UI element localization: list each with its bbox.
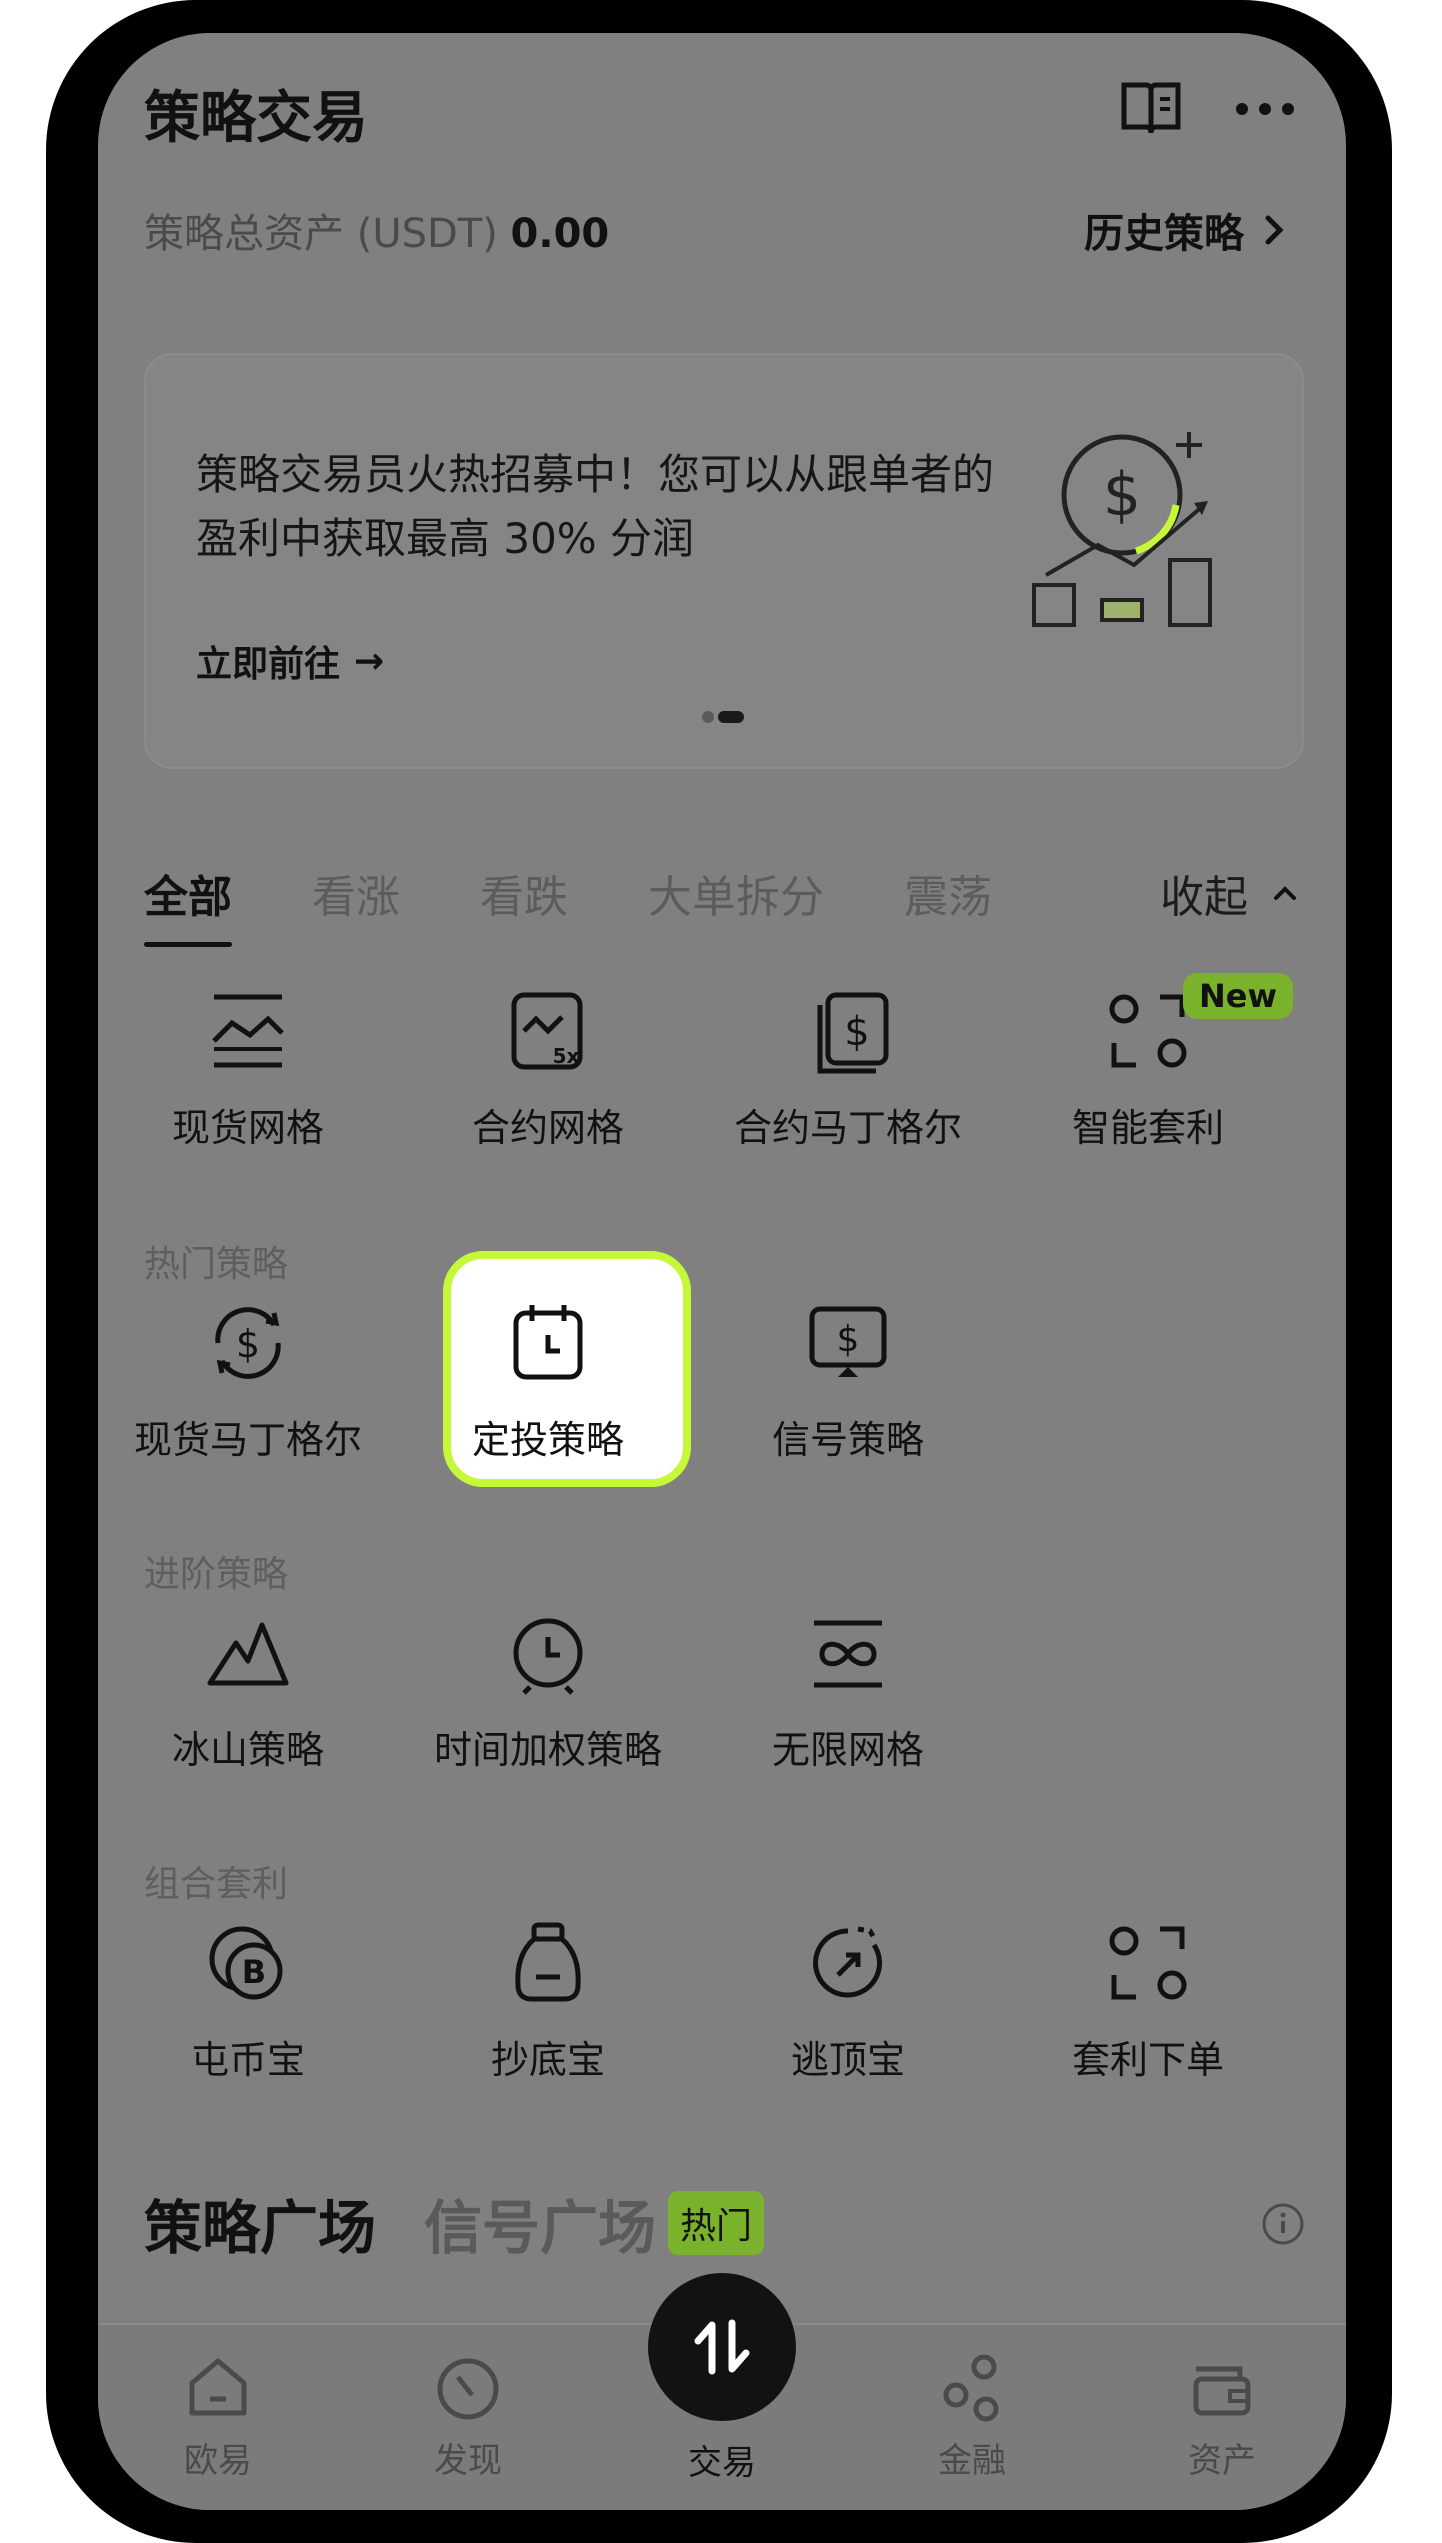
banner-cta[interactable]: 立即前往 → bbox=[196, 635, 384, 687]
tabbar-item-assets[interactable]: 资产 bbox=[1122, 2351, 1322, 2482]
strategy-arbitrage-order[interactable]: 套利下单 bbox=[998, 1915, 1298, 2115]
svg-text:$: $ bbox=[1103, 460, 1141, 530]
trade-button[interactable] bbox=[648, 2273, 796, 2421]
strategy-twap[interactable]: 时间加权策略 bbox=[398, 1605, 698, 1805]
tab-bearish[interactable]: 看跌 bbox=[480, 861, 568, 925]
history-strategies-label: 历史策略 bbox=[1084, 211, 1244, 257]
total-assets-label: 策略总资产 (USDT) bbox=[144, 211, 498, 257]
hot-badge: 热门 bbox=[668, 2191, 765, 2255]
strategy-label: 套利下单 bbox=[1071, 2038, 1224, 2082]
arrow-right-icon: → bbox=[354, 640, 385, 682]
banner-text: 策略交易员火热招募中！您可以从跟单者的盈利中获取最高 30% 分润 bbox=[196, 450, 995, 563]
infinity-grid-icon bbox=[814, 1620, 882, 1688]
svg-text:$: $ bbox=[837, 1319, 860, 1360]
discover-icon bbox=[437, 2358, 499, 2420]
banner-cta-label: 立即前往 bbox=[196, 644, 341, 685]
chevron-up-icon bbox=[1274, 886, 1296, 900]
tab-range[interactable]: 震荡 bbox=[904, 861, 992, 925]
strategy-futures-grid[interactable]: 5x 合约网格 bbox=[398, 983, 698, 1183]
new-badge: New bbox=[1183, 973, 1294, 1019]
signal-strategy-icon: $ bbox=[809, 1306, 887, 1377]
total-assets: 策略总资产 (USDT) 0.00 bbox=[144, 201, 609, 259]
strategy-sell-the-top[interactable]: 逃顶宝 bbox=[698, 1915, 998, 2115]
carousel-dot-active bbox=[718, 711, 744, 723]
strategy-buy-the-dip[interactable]: 抄底宝 bbox=[398, 1915, 698, 2115]
strategy-label: 现货网格 bbox=[171, 1106, 324, 1150]
futures-martingale-icon: $ bbox=[817, 992, 889, 1074]
tabbar-item-discover[interactable]: 发现 bbox=[368, 2351, 568, 2482]
guide-book-icon[interactable] bbox=[1116, 73, 1186, 143]
wallet-icon bbox=[1193, 2366, 1251, 2416]
strategy-label: 冰山策略 bbox=[171, 1728, 324, 1772]
strategy-label: 信号策略 bbox=[771, 1418, 924, 1462]
carousel-dot bbox=[702, 711, 714, 723]
strategy-label: 时间加权策略 bbox=[433, 1728, 662, 1772]
tabbar-item-home[interactable]: 欧易 bbox=[118, 2351, 318, 2482]
strategy-label: 合约马丁格尔 bbox=[733, 1106, 962, 1150]
strategy-spot-martingale[interactable]: $ 现货马丁格尔 bbox=[98, 1295, 398, 1495]
tabbar-item-finance[interactable]: 金融 bbox=[872, 2351, 1072, 2482]
smart-arbitrage-icon bbox=[1109, 994, 1187, 1068]
tab-all[interactable]: 全部 bbox=[144, 861, 232, 947]
strategy-signal[interactable]: $ 信号策略 bbox=[698, 1295, 998, 1495]
sell-the-top-icon bbox=[813, 1926, 883, 1998]
tabbar-label: 金融 bbox=[938, 2441, 1006, 2481]
dollar-chart-illustration: $ bbox=[1032, 432, 1212, 627]
more-icon[interactable] bbox=[1230, 73, 1300, 143]
trade-swap-icon bbox=[694, 2319, 750, 2375]
recruit-banner[interactable]: 策略交易员火热招募中！您可以从跟单者的盈利中获取最高 30% 分润 立即前往 →… bbox=[144, 353, 1304, 769]
strategy-label: 抄底宝 bbox=[490, 2038, 605, 2082]
carousel-dots bbox=[702, 711, 744, 723]
history-strategies-link[interactable]: 历史策略 bbox=[1084, 201, 1288, 259]
strategy-iceberg[interactable]: 冰山策略 bbox=[98, 1605, 398, 1805]
spot-grid-icon bbox=[212, 994, 284, 1068]
strategy-label: 定投策略 bbox=[471, 1418, 624, 1462]
svg-text:B: B bbox=[242, 1953, 266, 1991]
strategy-label: 现货马丁格尔 bbox=[133, 1418, 362, 1462]
tabbar-label: 发现 bbox=[434, 2441, 502, 2481]
strategy-recurring-buy[interactable]: 定投策略 bbox=[398, 1295, 698, 1495]
iceberg-icon bbox=[207, 1622, 289, 1686]
tab-signal-plaza[interactable]: 信号广场 bbox=[424, 2181, 656, 2265]
section-hot-label: 热门策略 bbox=[144, 1244, 289, 1285]
svg-text:$: $ bbox=[236, 1322, 260, 1366]
strategy-label: 逃顶宝 bbox=[790, 2038, 905, 2082]
twap-clock-icon bbox=[513, 1618, 583, 1695]
tab-bullish[interactable]: 看涨 bbox=[312, 861, 400, 925]
buy-the-dip-icon bbox=[515, 1922, 581, 2002]
recurring-buy-icon bbox=[513, 1305, 583, 1380]
tabbar-label: 资产 bbox=[1188, 2441, 1256, 2481]
collapse-button[interactable]: 收起 bbox=[1160, 861, 1300, 925]
chevron-right-icon bbox=[1265, 215, 1284, 245]
tab-strategy-plaza[interactable]: 策略广场 bbox=[144, 2181, 376, 2265]
collapse-label: 收起 bbox=[1160, 872, 1248, 923]
strategy-label: 屯币宝 bbox=[190, 2038, 305, 2082]
finance-icon bbox=[943, 2354, 999, 2422]
section-combo-label: 组合套利 bbox=[144, 1864, 289, 1905]
tabbar-label: 交易 bbox=[688, 2443, 756, 2483]
section-advanced-label: 进阶策略 bbox=[144, 1554, 289, 1595]
strategy-infinity-grid[interactable]: 无限网格 bbox=[698, 1605, 998, 1805]
coin-hoard-icon: B bbox=[209, 1926, 283, 2000]
strategy-label: 合约网格 bbox=[471, 1106, 624, 1150]
spot-martingale-icon: $ bbox=[215, 1307, 281, 1379]
strategy-spot-grid[interactable]: 现货网格 bbox=[98, 983, 398, 1183]
home-icon bbox=[189, 2358, 247, 2416]
page-title: 策略交易 bbox=[144, 86, 368, 151]
tabbar-label: 欧易 bbox=[184, 2441, 252, 2481]
info-icon[interactable] bbox=[1260, 2201, 1306, 2247]
svg-text:$: $ bbox=[844, 1009, 869, 1055]
tab-large-order[interactable]: 大单拆分 bbox=[648, 861, 824, 925]
strategy-label: 智能套利 bbox=[1071, 1106, 1224, 1150]
svg-text:5x: 5x bbox=[553, 1044, 580, 1068]
futures-grid-icon: 5x bbox=[511, 992, 583, 1070]
strategy-category-tabs: 全部 看涨 看跌 大单拆分 震荡 bbox=[144, 861, 1072, 947]
strategy-futures-martingale[interactable]: $ 合约马丁格尔 bbox=[698, 983, 998, 1183]
app-screen: 策略交易 策略总资产 (USDT) 0.00 历史策略 策略交易员火热招募中！您… bbox=[98, 33, 1346, 2510]
strategy-coin-hoard[interactable]: B 屯币宝 bbox=[98, 1915, 398, 2115]
total-assets-value: 0.00 bbox=[510, 211, 610, 257]
arbitrage-order-icon bbox=[1109, 1926, 1187, 2000]
tabbar-item-trade[interactable]: 交易 bbox=[622, 2435, 822, 2484]
strategy-label: 无限网格 bbox=[771, 1728, 924, 1772]
